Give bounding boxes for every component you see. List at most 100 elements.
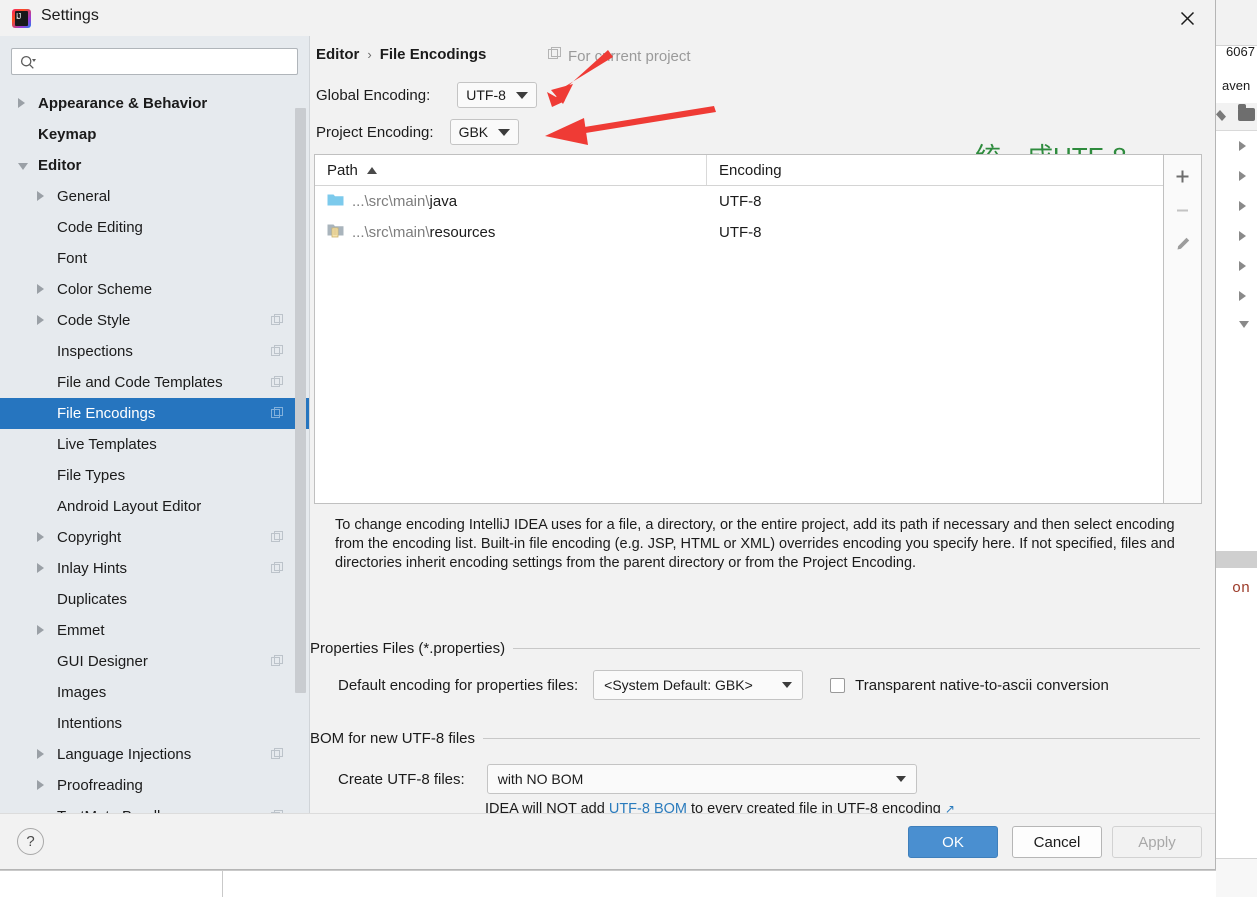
bg-editor-bottom <box>0 870 1216 897</box>
remove-row-button[interactable] <box>1164 193 1201 227</box>
create-utf8-row: Create UTF-8 files: with NO BOM <box>338 764 917 794</box>
for-current-project: For current project <box>548 47 691 66</box>
sidebar-item-label: Code Editing <box>57 219 143 236</box>
sidebar-item-duplicates[interactable]: Duplicates <box>0 584 310 615</box>
chevron-right-icon[interactable] <box>18 98 25 108</box>
transparent-conversion-checkbox[interactable] <box>830 677 846 693</box>
ok-button[interactable]: OK <box>908 826 998 858</box>
sidebar-item-label: Android Layout Editor <box>57 498 202 515</box>
path-prefix: ...\src\main\ <box>352 224 430 241</box>
sidebar-item-label: Appearance & Behavior <box>38 95 208 112</box>
resources-folder-icon <box>327 223 344 243</box>
cancel-button[interactable]: Cancel <box>1012 826 1102 858</box>
chevron-right-icon[interactable] <box>37 563 44 573</box>
sidebar-item-color-scheme[interactable]: Color Scheme <box>0 274 310 305</box>
sidebar-item-emmet[interactable]: Emmet <box>0 615 310 646</box>
breadcrumb-separator: › <box>367 47 372 62</box>
table-cell-path-text: ...\src\main\resources <box>352 224 495 241</box>
sidebar-item-label: General <box>57 188 111 205</box>
sidebar-scrollbar-track[interactable] <box>295 72 308 813</box>
edit-row-button[interactable] <box>1164 227 1201 261</box>
sidebar-item-textmate-bundles[interactable]: TextMate Bundles <box>0 801 310 813</box>
sidebar-item-label: Live Templates <box>57 436 157 453</box>
bg-editor-split <box>222 871 223 897</box>
chevron-right-icon[interactable] <box>37 191 44 201</box>
sidebar-scrollbar-thumb[interactable] <box>295 108 306 693</box>
chevron-right-icon[interactable] <box>37 284 44 294</box>
sidebar-item-inspections[interactable]: Inspections <box>0 336 310 367</box>
chevron-right-icon[interactable] <box>37 625 44 635</box>
copy-icon <box>271 655 284 673</box>
dialog-title: Settings <box>41 7 99 24</box>
chevron-down-icon[interactable] <box>18 163 28 175</box>
sidebar-item-language-injections[interactable]: Language Injections <box>0 739 310 770</box>
global-encoding-select[interactable]: UTF-8 <box>457 82 537 108</box>
table-toolbar <box>1164 154 1202 504</box>
sidebar-item-code-editing[interactable]: Code Editing <box>0 212 310 243</box>
chevron-right-icon[interactable] <box>37 315 44 325</box>
external-link-icon: ↗ <box>944 802 955 813</box>
path-leaf: resources <box>429 224 496 241</box>
sidebar-item-label: File Types <box>57 467 126 484</box>
page-title: File Encodings <box>379 46 487 63</box>
project-encoding-select[interactable]: GBK <box>449 119 520 145</box>
bg-number-fragment: 6067 <box>1226 44 1255 59</box>
encodings-description: To change encoding IntelliJ IDEA uses fo… <box>335 517 1175 571</box>
bom-hint: IDEA will NOT add UTF-8 BOM to every cre… <box>485 801 955 813</box>
table-cell-encoding[interactable]: UTF-8 <box>707 193 762 210</box>
chevron-down-icon <box>515 91 528 99</box>
close-icon[interactable] <box>1173 6 1201 30</box>
utf8-bom-link[interactable]: UTF-8 BOM <box>609 801 687 813</box>
sidebar-item-label: Font <box>57 250 88 267</box>
search-input[interactable] <box>42 49 292 74</box>
bg-tree-arrow-icon <box>1239 141 1246 151</box>
sidebar-item-intentions[interactable]: Intentions <box>0 708 310 739</box>
folder-icon <box>327 192 344 211</box>
table-cell-encoding[interactable]: UTF-8 <box>707 224 762 241</box>
table-cell-path-text: ...\src\main\java <box>352 193 457 210</box>
sidebar-item-editor[interactable]: Editor <box>0 150 310 181</box>
sidebar-item-label: Proofreading <box>57 777 143 794</box>
create-utf8-select[interactable]: with NO BOM <box>486 764 917 794</box>
column-header-encoding-label: Encoding <box>719 161 782 179</box>
sidebar-item-code-style[interactable]: Code Style <box>0 305 310 336</box>
sidebar-item-font[interactable]: Font <box>0 243 310 274</box>
table-row[interactable]: ...\src\main\java UTF-8 <box>315 186 1163 217</box>
chevron-right-icon[interactable] <box>37 780 44 790</box>
bg-tree-arrow-open-icon <box>1239 321 1249 333</box>
column-header-path-label: Path <box>327 161 358 179</box>
sidebar-item-inlay-hints[interactable]: Inlay Hints <box>0 553 310 584</box>
help-button[interactable]: ? <box>17 828 44 855</box>
sidebar-item-proofreading[interactable]: Proofreading <box>0 770 310 801</box>
sidebar-item-label: File Encodings <box>57 405 156 422</box>
bg-tree-arrow-icon <box>1239 291 1246 301</box>
sidebar-item-file-types[interactable]: File Types <box>0 460 310 491</box>
sidebar-item-android-layout-editor[interactable]: Android Layout Editor <box>0 491 310 522</box>
dialog-titlebar: Settings <box>0 0 1215 36</box>
sidebar-item-live-templates[interactable]: Live Templates <box>0 429 310 460</box>
chevron-right-icon[interactable] <box>37 749 44 759</box>
search-box[interactable] <box>11 48 298 75</box>
sidebar-item-file-and-code-templates[interactable]: File and Code Templates <box>0 367 310 398</box>
breadcrumb-parent[interactable]: Editor <box>316 46 359 63</box>
properties-default-encoding-select[interactable]: <System Default: GBK> <box>593 670 804 700</box>
sidebar-item-gui-designer[interactable]: GUI Designer <box>0 646 310 677</box>
column-header-path[interactable]: Path <box>315 155 707 185</box>
bg-status-bar <box>1216 859 1257 897</box>
sidebar-item-general[interactable]: General <box>0 181 310 212</box>
sidebar-item-images[interactable]: Images <box>0 677 310 708</box>
chevron-right-icon[interactable] <box>37 532 44 542</box>
global-encoding-label: Global Encoding: <box>316 86 431 104</box>
table-row[interactable]: ...\src\main\resources UTF-8 <box>315 217 1163 248</box>
properties-default-encoding-label: Default encoding for properties files: <box>338 676 579 694</box>
sidebar-item-copyright[interactable]: Copyright <box>0 522 310 553</box>
sidebar-item-keymap[interactable]: Keymap <box>0 119 310 150</box>
sidebar-item-appearance-behavior[interactable]: Appearance & Behavior <box>0 88 310 119</box>
column-header-encoding[interactable]: Encoding <box>707 155 782 185</box>
copy-icon <box>271 562 284 580</box>
sidebar-item-file-encodings[interactable]: File Encodings <box>0 398 310 429</box>
apply-button[interactable]: Apply <box>1112 826 1202 858</box>
table-cell-path: ...\src\main\resources <box>315 223 707 243</box>
chevron-down-icon <box>895 776 906 782</box>
add-row-button[interactable] <box>1164 159 1201 193</box>
